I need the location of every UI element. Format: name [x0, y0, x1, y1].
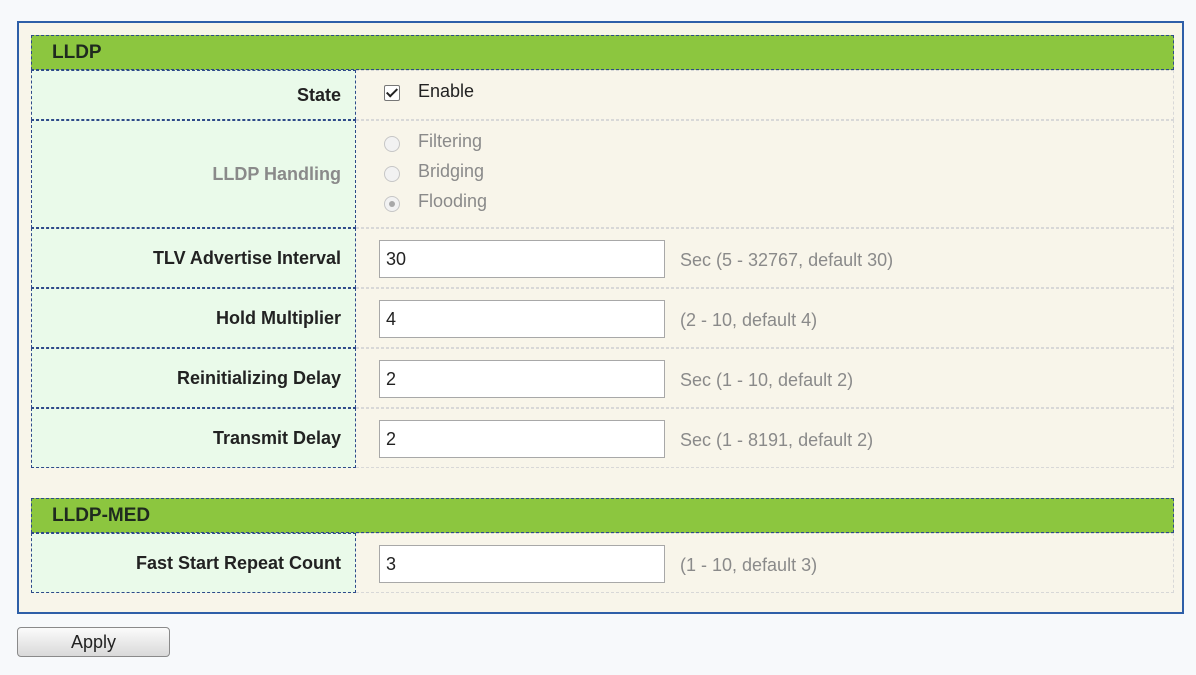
state-label: State [31, 70, 356, 120]
transmit-delay-input[interactable] [379, 420, 665, 458]
fast-start-repeat-count-label: Fast Start Repeat Count [31, 533, 356, 593]
transmit-delay-label: Transmit Delay [31, 408, 356, 468]
fast-start-repeat-count-hint: (1 - 10, default 3) [680, 555, 818, 575]
flooding-radio [384, 196, 400, 212]
lldp-med-section-header: LLDP-MED [31, 498, 1174, 533]
transmit-delay-hint: Sec (1 - 8191, default 2) [680, 430, 874, 450]
lldp-handling-label: LLDP Handling [31, 120, 356, 228]
lldp-settings-panel: LLDP State Enable LLDP Handling Filterin… [17, 21, 1184, 614]
reinitializing-delay-row: Reinitializing Delay Sec (1 - 10, defaul… [31, 348, 1174, 408]
tlv-advertise-interval-input[interactable] [379, 240, 665, 278]
tlv-advertise-interval-hint: Sec (5 - 32767, default 30) [680, 250, 894, 270]
fast-start-repeat-count-input[interactable] [379, 545, 665, 583]
hold-multiplier-hint: (2 - 10, default 4) [680, 310, 818, 330]
hold-multiplier-row: Hold Multiplier (2 - 10, default 4) [31, 288, 1174, 348]
transmit-delay-row: Transmit Delay Sec (1 - 8191, default 2) [31, 408, 1174, 468]
hold-multiplier-label: Hold Multiplier [31, 288, 356, 348]
lldp-section-header: LLDP [31, 35, 1174, 70]
hold-multiplier-input[interactable] [379, 300, 665, 338]
state-enable-checkbox[interactable] [384, 85, 400, 101]
tlv-advertise-interval-row: TLV Advertise Interval Sec (5 - 32767, d… [31, 228, 1174, 288]
apply-button[interactable]: Apply [17, 627, 170, 657]
reinitializing-delay-hint: Sec (1 - 10, default 2) [680, 370, 854, 390]
reinitializing-delay-input[interactable] [379, 360, 665, 398]
filtering-radio [384, 136, 400, 152]
lldp-handling-row: LLDP Handling Filtering Bridging Floodin… [31, 120, 1174, 228]
state-row: State Enable [31, 70, 1174, 120]
state-enable-label[interactable]: Enable [418, 81, 474, 102]
bridging-radio [384, 166, 400, 182]
reinitializing-delay-label: Reinitializing Delay [31, 348, 356, 408]
fast-start-repeat-count-row: Fast Start Repeat Count (1 - 10, default… [31, 533, 1174, 593]
tlv-advertise-interval-label: TLV Advertise Interval [31, 228, 356, 288]
